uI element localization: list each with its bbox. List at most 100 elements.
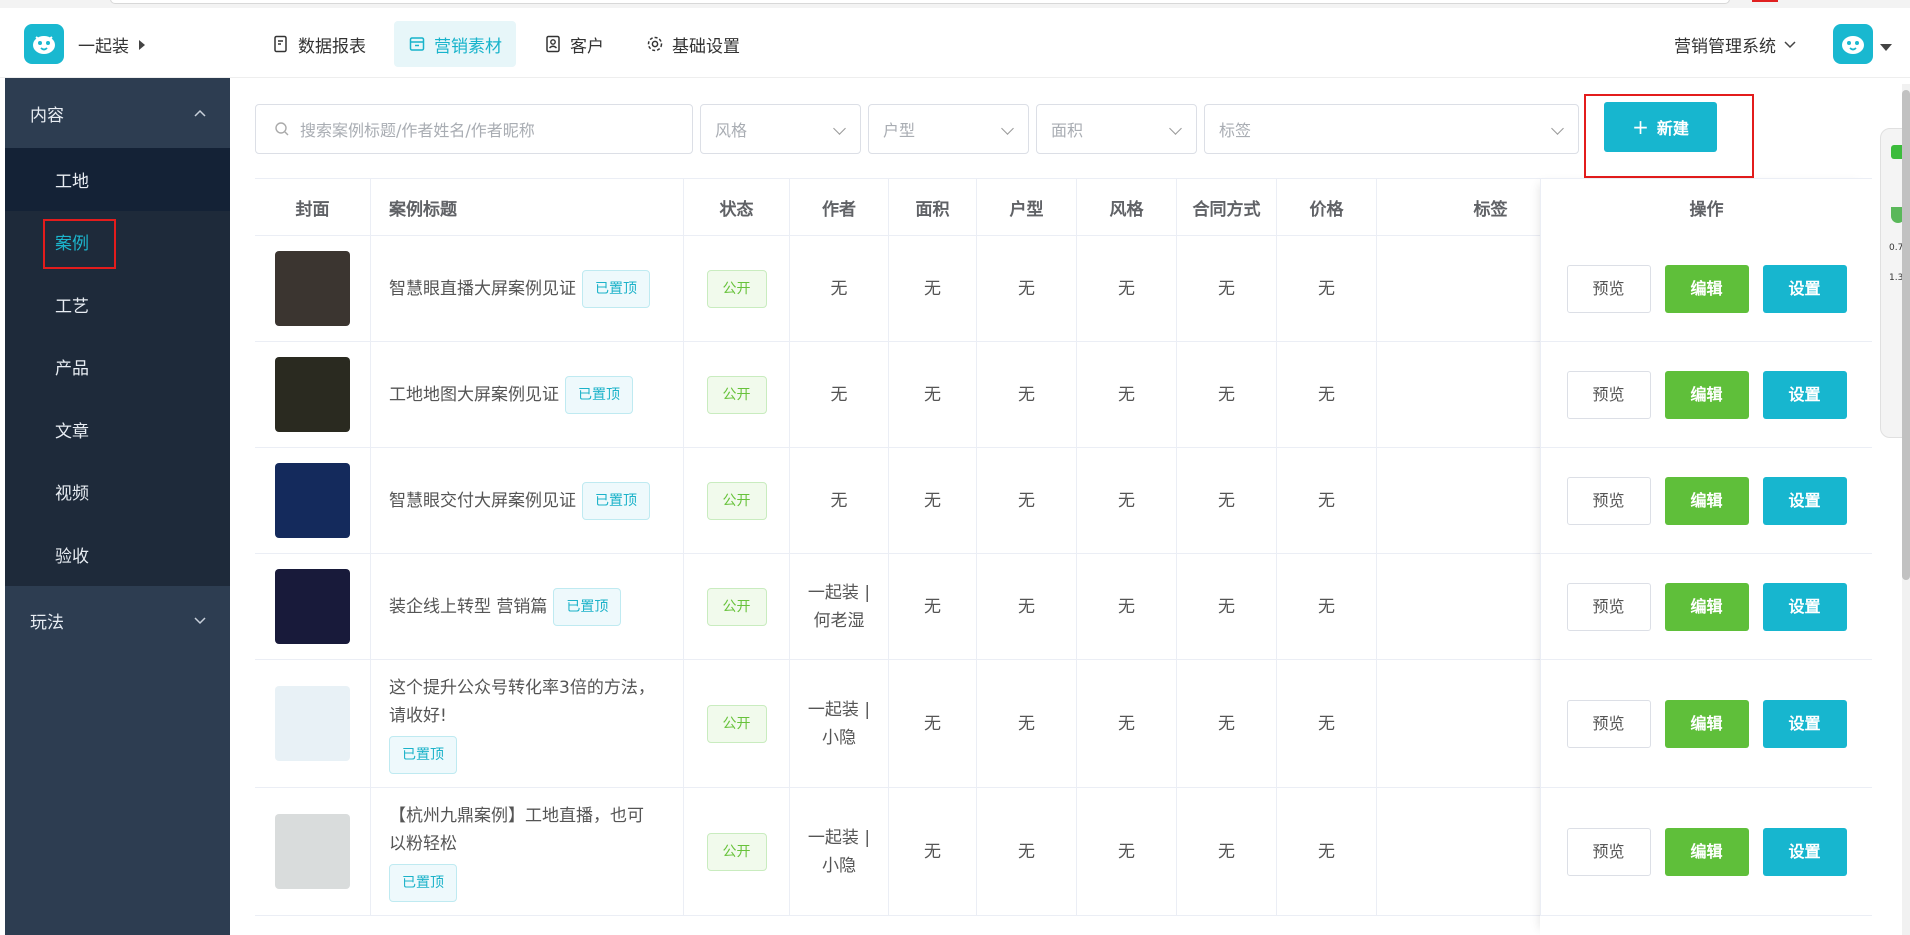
title-wrap: 工地地图大屏案例见证 已置顶 <box>389 375 659 414</box>
cell-status: 公开 <box>683 342 789 447</box>
pinned-badge: 已置顶 <box>389 863 457 902</box>
style-select-placeholder: 风格 <box>715 121 748 140</box>
sidebar-item-product[interactable]: 产品 <box>5 336 230 399</box>
nav-marketing-materials[interactable]: 营销素材 <box>394 21 516 67</box>
col-style: 风格 <box>1076 179 1176 236</box>
brand-name: 一起装 <box>78 37 129 57</box>
cell-author: 无 <box>789 342 888 447</box>
avatar-caret-icon[interactable] <box>1880 44 1892 51</box>
edit-button[interactable]: 编辑 <box>1664 370 1749 419</box>
area-select[interactable]: 面积 <box>1036 104 1197 154</box>
sidebar-item-case[interactable]: 案例 <box>5 211 230 274</box>
cell-cover <box>255 788 370 915</box>
edit-button[interactable]: 编辑 <box>1664 827 1749 876</box>
edit-button[interactable]: 编辑 <box>1664 476 1749 525</box>
sidebar-item-label: 工艺 <box>55 296 89 317</box>
user-avatar[interactable] <box>1833 24 1873 64</box>
cell-layout: 无 <box>976 788 1076 915</box>
status-badge: 公开 <box>706 587 767 626</box>
sidebar-group-play[interactable]: 玩法 <box>5 586 230 656</box>
cell-area: 无 <box>888 554 976 659</box>
nav-reports-label: 数据报表 <box>298 36 366 57</box>
system-switcher[interactable]: 营销管理系统 <box>1674 32 1796 57</box>
cell-title: 智慧眼直播大屏案例见证 已置顶 <box>370 236 683 341</box>
cell-author: 无 <box>789 236 888 341</box>
top-header: 一起装 数据报表 营销素材 客户 基础设置 营销管理系统 <box>0 8 1910 78</box>
cell-cover <box>255 448 370 553</box>
setting-button[interactable]: 设置 <box>1762 582 1847 631</box>
style-select[interactable]: 风格 <box>700 104 861 154</box>
cell-area: 无 <box>888 660 976 787</box>
preview-button[interactable]: 预览 <box>1566 476 1651 525</box>
setting-button[interactable]: 设置 <box>1762 699 1847 748</box>
cell-style: 无 <box>1076 236 1176 341</box>
layout-select[interactable]: 户型 <box>868 104 1029 154</box>
cell-layout: 无 <box>976 554 1076 659</box>
edit-button[interactable]: 编辑 <box>1664 699 1749 748</box>
tags-select[interactable]: 标签 <box>1204 104 1579 154</box>
cover-image[interactable] <box>275 686 350 761</box>
search-box[interactable]: 搜索案例标题/作者姓名/作者昵称 <box>255 104 693 154</box>
table-row: 这个提升公众号转化率3倍的方法，请收好! 已置顶 公开 一起装 | 小隐无无无无无预览… <box>255 660 1872 788</box>
preview-button[interactable]: 预览 <box>1566 264 1651 313</box>
cell-status: 公开 <box>683 448 789 553</box>
setting-button[interactable]: 设置 <box>1762 827 1847 876</box>
cell-cover <box>255 236 370 341</box>
nav-basic-settings-label: 基础设置 <box>672 36 740 57</box>
col-price: 价格 <box>1276 179 1376 236</box>
chevron-down-icon <box>194 616 206 624</box>
nav-reports[interactable]: 数据报表 <box>258 21 380 67</box>
cell-author: 无 <box>789 448 888 553</box>
sidebar-item-craft[interactable]: 工艺 <box>5 273 230 336</box>
report-icon <box>272 35 290 53</box>
cell-actions: 预览 编辑 设置 <box>1540 788 1872 915</box>
sidebar-item-acceptance[interactable]: 验收 <box>5 523 230 586</box>
status-badge: 公开 <box>706 481 767 520</box>
sidebar-item-article[interactable]: 文章 <box>5 398 230 461</box>
preview-button[interactable]: 预览 <box>1566 827 1651 876</box>
chevron-up-icon <box>194 109 206 117</box>
bird-logo-icon[interactable] <box>24 24 64 64</box>
setting-button[interactable]: 设置 <box>1762 370 1847 419</box>
sidebar-content-list: 工地 案例 工艺 产品 文章 视频 验收 <box>5 148 230 586</box>
pinned-badge: 已置顶 <box>389 735 457 774</box>
edit-button[interactable]: 编辑 <box>1664 264 1749 313</box>
preview-button[interactable]: 预览 <box>1566 582 1651 631</box>
sidebar-item-site[interactable]: 工地 <box>5 148 230 211</box>
address-bar[interactable] <box>110 0 1730 4</box>
table-header: 封面 案例标题 状态 作者 面积 户型 风格 合同方式 价格 标签 操作 <box>255 178 1872 236</box>
cell-contract: 无 <box>1176 788 1276 915</box>
status-badge: 公开 <box>706 375 767 414</box>
sidebar-group-content[interactable]: 内容 <box>5 78 230 148</box>
table-row: 工地地图大屏案例见证 已置顶 公开无无无无无无预览 编辑 设置 <box>255 342 1872 448</box>
edit-button[interactable]: 编辑 <box>1664 582 1749 631</box>
setting-button[interactable]: 设置 <box>1762 476 1847 525</box>
title-wrap: 智慧眼交付大屏案例见证 已置顶 <box>389 481 659 520</box>
preview-button[interactable]: 预览 <box>1566 370 1651 419</box>
browser-indicator <box>1752 0 1778 2</box>
scrollbar-thumb[interactable] <box>1902 90 1910 580</box>
col-area: 面积 <box>888 179 976 236</box>
brand-switcher[interactable]: 一起装 <box>78 32 145 57</box>
cell-author: 一起装 | 何老湿 <box>789 554 888 659</box>
cover-image[interactable] <box>275 463 350 538</box>
cover-image[interactable] <box>275 357 350 432</box>
sidebar-item-video[interactable]: 视频 <box>5 461 230 524</box>
cover-image[interactable] <box>275 569 350 644</box>
nav-customers[interactable]: 客户 <box>530 21 618 67</box>
col-title: 案例标题 <box>370 179 683 236</box>
nav-basic-settings[interactable]: 基础设置 <box>632 21 754 67</box>
search-input[interactable]: 搜索案例标题/作者姓名/作者昵称 <box>300 117 535 141</box>
cover-image[interactable] <box>275 251 350 326</box>
nav-marketing-materials-label: 营销素材 <box>434 36 502 57</box>
preview-button[interactable]: 预览 <box>1566 699 1651 748</box>
cell-style: 无 <box>1076 448 1176 553</box>
cover-image[interactable] <box>275 814 350 889</box>
cell-style: 无 <box>1076 342 1176 447</box>
top-nav: 数据报表 营销素材 客户 基础设置 <box>258 21 754 67</box>
cell-author: 一起装 | 小隐 <box>789 788 888 915</box>
sidebar-item-label: 文章 <box>55 421 89 442</box>
setting-button[interactable]: 设置 <box>1762 264 1847 313</box>
case-title: 工地地图大屏案例见证 <box>389 384 559 405</box>
browser-strip <box>0 0 1910 8</box>
